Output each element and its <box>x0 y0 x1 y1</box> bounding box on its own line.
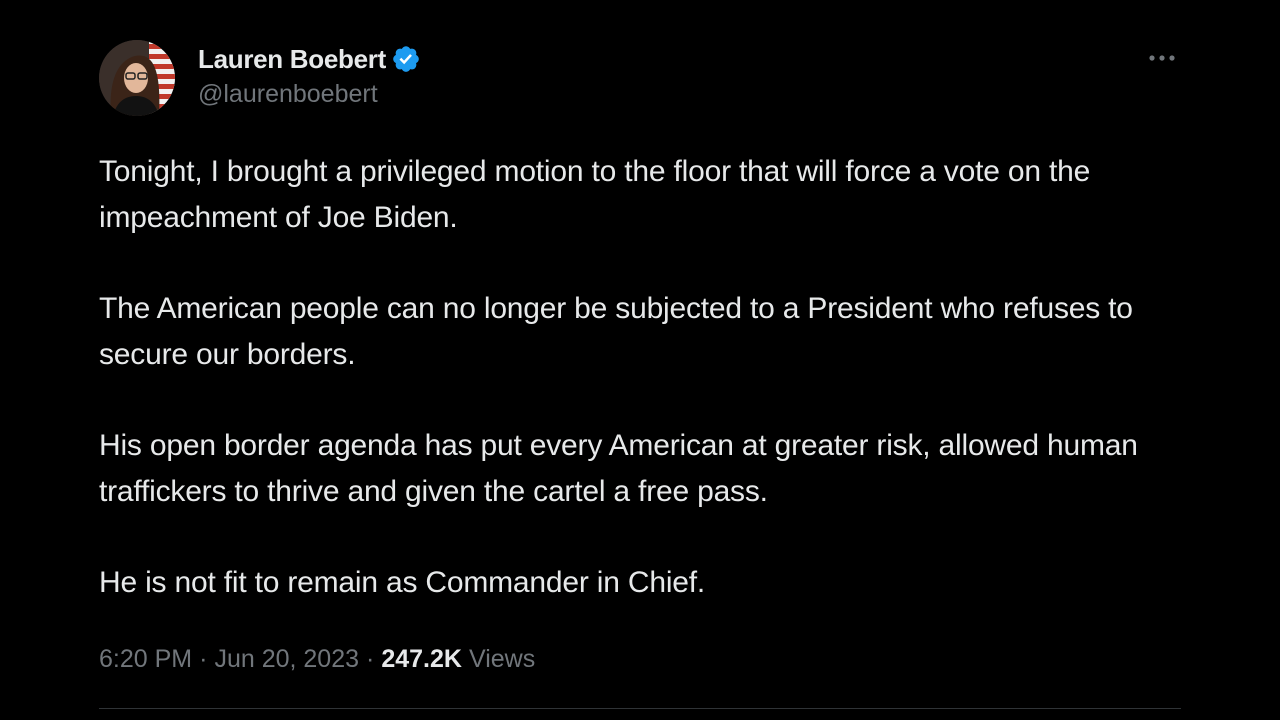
meta-separator: · <box>366 644 375 673</box>
tweet-card: Lauren Boebert @laurenboebert Tonight, I… <box>0 0 1280 720</box>
more-options-button[interactable] <box>1140 44 1184 72</box>
avatar-image <box>99 40 175 116</box>
author-handle[interactable]: @laurenboebert <box>198 80 421 109</box>
meta-separator: · <box>199 644 208 673</box>
tweet-paragraph: The American people can no longer be sub… <box>99 292 1141 371</box>
author-name-row: Lauren Boebert <box>198 42 421 76</box>
tweet-paragraph: His open border agenda has put every Ame… <box>99 429 1146 508</box>
more-options-icon <box>1149 55 1175 61</box>
tweet-metadata: 6:20 PM · Jun 20, 2023 · 247.2K Views <box>99 640 535 678</box>
tweet-time[interactable]: 6:20 PM <box>99 645 192 674</box>
verified-badge-icon[interactable] <box>391 44 421 74</box>
divider <box>99 708 1181 709</box>
tweet-date[interactable]: Jun 20, 2023 <box>214 645 359 674</box>
views-count[interactable]: 247.2K <box>381 645 462 674</box>
tweet-paragraph: He is not fit to remain as Commander in … <box>99 566 706 599</box>
author-display-name[interactable]: Lauren Boebert <box>198 44 386 75</box>
tweet-paragraph: Tonight, I brought a privileged motion t… <box>99 155 1099 234</box>
tweet-text: Tonight, I brought a privileged motion t… <box>99 149 1199 651</box>
views-label: Views <box>468 644 536 673</box>
author-avatar[interactable] <box>99 40 175 116</box>
author-info: Lauren Boebert @laurenboebert <box>198 42 421 112</box>
